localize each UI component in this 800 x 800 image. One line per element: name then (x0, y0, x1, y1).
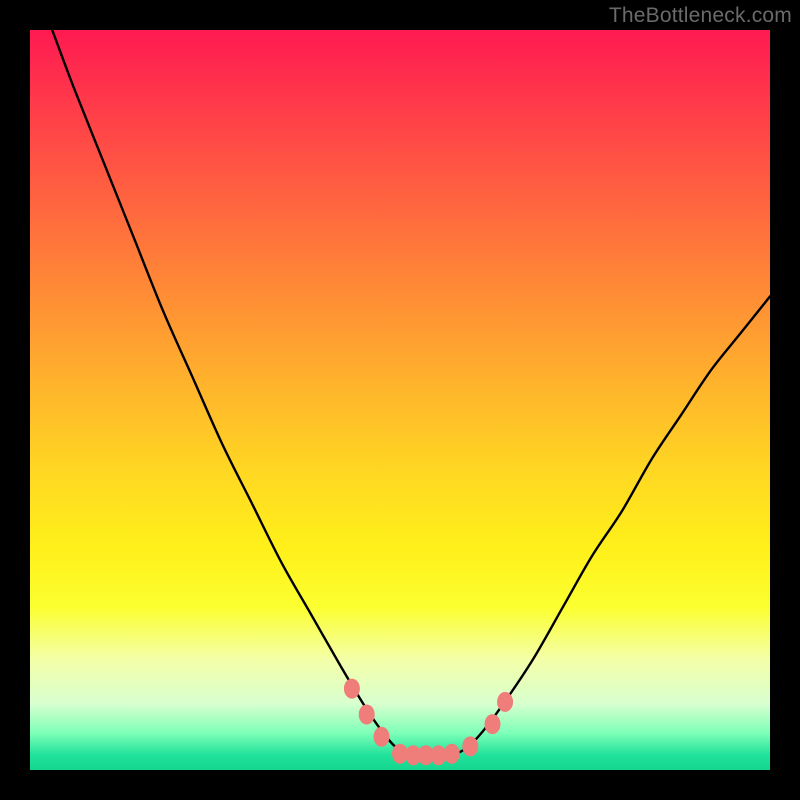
watermark-text: TheBottleneck.com (609, 4, 792, 28)
chart-plot-area (30, 30, 770, 770)
curve-marker (485, 714, 501, 734)
curve-marker (444, 744, 460, 764)
curve-marker (462, 736, 478, 756)
curve-marker (374, 727, 390, 747)
curve-markers (344, 679, 513, 766)
bottleneck-curve (30, 30, 770, 756)
curve-marker (344, 679, 360, 699)
bottleneck-curve-svg (30, 30, 770, 770)
curve-marker (359, 705, 375, 725)
chart-frame: TheBottleneck.com (0, 0, 800, 800)
curve-marker (497, 692, 513, 712)
